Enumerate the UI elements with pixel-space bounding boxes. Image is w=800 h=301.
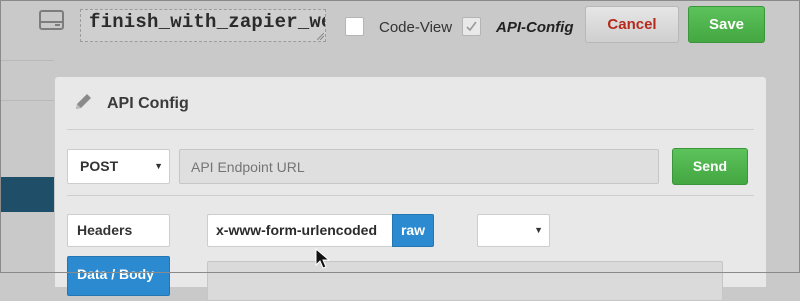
api-config-label: API-Config (496, 19, 574, 36)
caret-down-icon: ▼ (534, 225, 543, 235)
encoding-select[interactable]: ▼ (477, 214, 550, 247)
resize-grip-icon[interactable] (317, 33, 324, 40)
checkmark-icon (466, 21, 477, 32)
code-view-label: Code-View (379, 19, 453, 36)
background-divider (0, 60, 54, 61)
api-config-checkbox[interactable] (462, 17, 481, 36)
body-type-raw[interactable]: raw (392, 214, 434, 247)
flow-name-text: finish_with_zapier_webhook.com (89, 11, 325, 33)
send-button[interactable]: Send (672, 148, 748, 185)
request-body-textarea[interactable] (207, 261, 723, 301)
api-endpoint-url-input[interactable] (179, 149, 659, 184)
tab-headers[interactable]: Headers (67, 214, 170, 247)
background-divider (0, 100, 54, 101)
computer-icon (39, 10, 64, 30)
panel-title: API Config (107, 95, 189, 112)
background-nav-stripe (0, 177, 54, 212)
mouse-pointer-icon (315, 248, 331, 269)
api-config-panel: API Config POST ▼ Send Headers Data / Bo… (55, 77, 766, 301)
code-view-checkbox[interactable] (345, 17, 364, 36)
divider (67, 195, 754, 196)
http-method-value: POST (80, 158, 119, 174)
caret-down-icon: ▼ (154, 161, 163, 171)
divider (67, 129, 754, 130)
save-button[interactable]: Save (688, 6, 765, 43)
pencil-icon (76, 94, 91, 109)
editor-toolbar: finish_with_zapier_webhook.com Code-View… (0, 0, 800, 60)
tab-data-body[interactable]: Data / Body (67, 256, 170, 296)
flow-name-input[interactable]: finish_with_zapier_webhook.com (80, 9, 326, 42)
body-type-form-urlencoded[interactable]: x-www-form-urlencoded (207, 214, 392, 247)
cancel-button[interactable]: Cancel (585, 6, 679, 43)
http-method-select[interactable]: POST ▼ (67, 149, 170, 184)
